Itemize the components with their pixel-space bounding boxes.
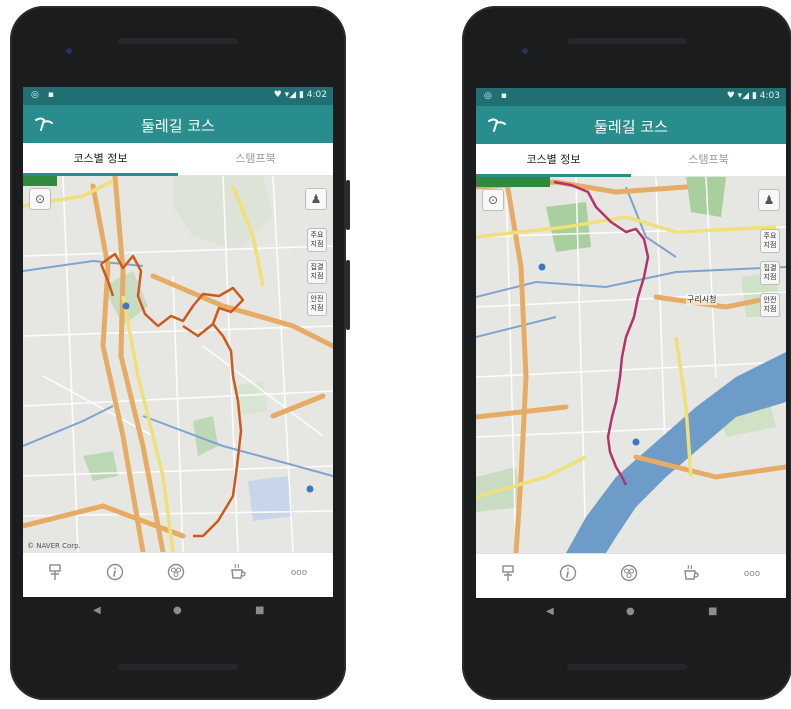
- water-area: [248, 476, 293, 521]
- earpiece: [567, 38, 687, 44]
- map-corner-tag: [23, 176, 57, 186]
- earpiece: [118, 38, 238, 44]
- home-icon[interactable]: ●: [173, 605, 182, 616]
- phone-right: ◎ ▪ ♥ ▾◢ ▮ 4:03 둘레길 코스 코스별 정보 스탬프북 ⊙ ♟ 주…: [462, 6, 791, 700]
- map-view[interactable]: ⊙ ♟ 주요 지점 집결 지점 안전 지점 © NAVER Corp.: [23, 176, 333, 552]
- more-icon[interactable]: ooo: [289, 563, 309, 583]
- home-icon[interactable]: ●: [626, 606, 635, 617]
- subway-marker-icon: [538, 263, 546, 271]
- phone-left: ◎ ▪ ♥ ▾◢ ▮ 4:02 둘레길 코스 코스별 정보 스탬프북 ⊙ ♟ 주…: [10, 6, 346, 700]
- cup-icon[interactable]: [228, 563, 248, 583]
- back-icon[interactable]: ◀: [546, 606, 554, 617]
- front-camera: [522, 48, 528, 54]
- status-left-icons: ◎ ▪: [484, 91, 510, 101]
- bottom-speaker: [118, 664, 238, 670]
- map-corner-tag: [476, 177, 550, 187]
- app-title: 둘레길 코스: [141, 117, 215, 135]
- bottom-nav: ooo: [23, 552, 333, 597]
- safety-points-button[interactable]: 안전 지점: [760, 293, 780, 317]
- main-points-button[interactable]: 주요 지점: [760, 229, 780, 253]
- trail-sign-icon[interactable]: [45, 563, 65, 583]
- map-canvas: [23, 176, 333, 552]
- system-nav-bar: ◀ ● ■: [476, 598, 786, 628]
- map-place-label: 구리시청: [686, 294, 718, 305]
- tab-bar: 코스별 정보 스탬프북: [23, 143, 333, 176]
- tab-bar: 코스별 정보 스탬프북: [476, 144, 786, 177]
- bottom-nav: ooo: [476, 553, 786, 598]
- system-nav-bar: ◀ ● ■: [23, 597, 333, 627]
- gathering-points-button[interactable]: 집결 지점: [760, 261, 780, 285]
- stamp-icon[interactable]: [166, 563, 186, 583]
- front-camera: [66, 48, 72, 54]
- cup-icon[interactable]: [681, 564, 701, 584]
- tab-stampbook[interactable]: 스탬프북: [178, 143, 333, 175]
- map-view[interactable]: ⊙ ♟ 주요 지점 집결 지점 안전 지점 구리시청: [476, 177, 786, 553]
- tab-course-info[interactable]: 코스별 정보: [476, 144, 631, 176]
- app-title: 둘레길 코스: [594, 118, 668, 136]
- back-icon[interactable]: ◀: [93, 605, 101, 616]
- tab-course-info[interactable]: 코스별 정보: [23, 143, 178, 175]
- app-bar: 둘레길 코스: [476, 106, 786, 144]
- recents-icon[interactable]: ■: [708, 606, 717, 617]
- map-canvas: [476, 177, 786, 553]
- status-left-icons: ◎ ▪: [31, 90, 57, 100]
- app-bar: 둘레길 코스: [23, 105, 333, 143]
- gathering-points-button[interactable]: 집결 지점: [307, 260, 327, 284]
- info-icon[interactable]: [105, 563, 125, 583]
- person-view-button[interactable]: ♟: [305, 188, 327, 210]
- subway-marker-icon: [306, 485, 314, 493]
- trail-sign-icon[interactable]: [498, 564, 518, 584]
- map-credit: © NAVER Corp.: [27, 542, 81, 550]
- location-button[interactable]: ⊙: [482, 189, 504, 211]
- more-icon[interactable]: ooo: [742, 564, 762, 584]
- recents-icon[interactable]: ■: [255, 605, 264, 616]
- person-view-button[interactable]: ♟: [758, 189, 780, 211]
- bottom-speaker: [567, 664, 687, 670]
- status-bar: ◎ ▪ ♥ ▾◢ ▮ 4:03: [476, 88, 786, 106]
- power-button[interactable]: [346, 180, 350, 230]
- subway-marker-icon: [122, 302, 130, 310]
- screen: ◎ ▪ ♥ ▾◢ ▮ 4:02 둘레길 코스 코스별 정보 스탬프북 ⊙ ♟ 주…: [23, 87, 333, 597]
- safety-points-button[interactable]: 안전 지점: [307, 292, 327, 316]
- screen: ◎ ▪ ♥ ▾◢ ▮ 4:03 둘레길 코스 코스별 정보 스탬프북 ⊙ ♟ 주…: [476, 88, 786, 598]
- info-icon[interactable]: [558, 564, 578, 584]
- stamp-icon[interactable]: [619, 564, 639, 584]
- volume-button[interactable]: [346, 260, 350, 330]
- tab-stampbook[interactable]: 스탬프북: [631, 144, 786, 176]
- subway-marker-icon: [632, 438, 640, 446]
- main-points-button[interactable]: 주요 지점: [307, 228, 327, 252]
- status-right: ♥ ▾◢ ▮ 4:03: [726, 91, 780, 101]
- status-right: ♥ ▾◢ ▮ 4:02: [273, 90, 327, 100]
- location-button[interactable]: ⊙: [29, 188, 51, 210]
- status-bar: ◎ ▪ ♥ ▾◢ ▮ 4:02: [23, 87, 333, 105]
